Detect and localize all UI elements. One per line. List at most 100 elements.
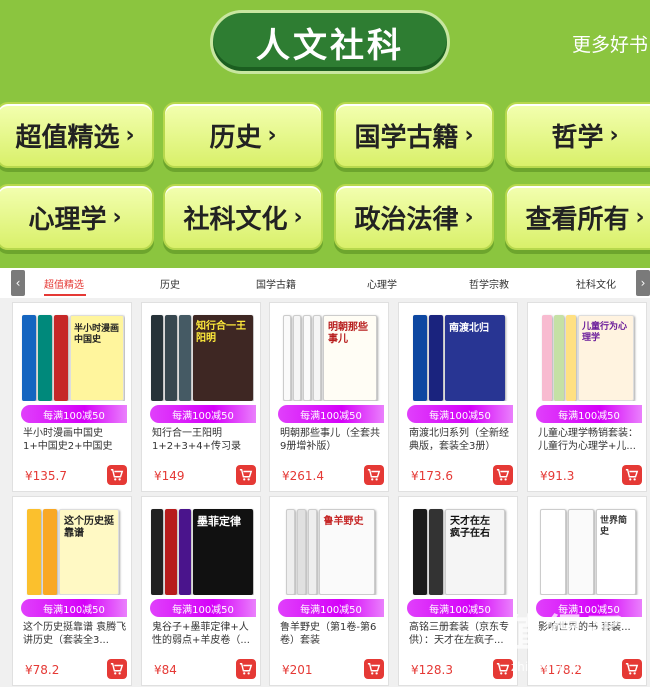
tab-philosophy-religion[interactable]: 哲学宗教 [469,276,509,291]
category-label: 查看所有 [525,204,630,235]
product-card[interactable]: 半小时漫画中国史 每满100减50 半小时漫画中国史1+中国史2+中国史3...… [12,302,132,492]
category-button-psychology[interactable]: 心理学 › [0,184,154,250]
product-name[interactable]: 鬼谷子+墨菲定律+人性的弱点+羊皮卷（... [152,621,256,647]
promo-badge: 每满100减50 [278,405,384,423]
category-label: 超值精选 [15,122,120,153]
cart-icon[interactable] [236,465,256,485]
promo-badge: 每满100减50 [536,405,642,423]
product-name[interactable]: 鲁羊野史（第1卷-第6卷）套装 [280,621,384,647]
book-cover-image: 天才在左 疯子在右 [407,503,511,595]
cart-icon[interactable] [236,659,256,679]
active-tab-indicator [44,294,86,296]
product-card[interactable]: 天才在左 疯子在右 每满100减50 高铭三册套装（京东专供）：天才在左疯子..… [398,496,518,686]
cart-icon[interactable] [622,659,642,679]
more-books-link[interactable]: 更多好书 [572,30,648,57]
product-name[interactable]: 知行合一王阳明1+2+3+4+传习录（套装共... [152,427,256,453]
product-card[interactable]: 明朝那些事儿 每满100减50 明朝那些事儿（全套共9册增补版） ¥261.4 [269,302,389,492]
product-name[interactable]: 半小时漫画中国史1+中国史2+中国史3... [23,427,127,453]
book-cover-image: 南渡北归 [407,309,511,401]
category-button-history[interactable]: 历史 › [163,102,323,168]
tab-bar: ‹ 超值精选 历史 国学古籍 心理学 哲学宗教 社科文化 › [0,268,650,298]
product-name[interactable]: 高铭三册套装（京东专供）：天才在左疯子... [409,621,513,647]
product-price: ¥149 [154,469,185,483]
product-price: ¥261.4 [282,469,324,483]
chevron-right-icon: › [635,204,645,230]
product-price: ¥173.6 [411,469,453,483]
product-name[interactable]: 南渡北归系列（全新经典版，套装全3册） [409,427,513,453]
product-price: ¥84 [154,663,177,677]
chevron-right-icon: › [464,204,474,230]
product-card[interactable]: 墨菲定律 每满100减50 鬼谷子+墨菲定律+人性的弱点+羊皮卷（... ¥84 [141,496,261,686]
cart-icon[interactable] [364,465,384,485]
product-card[interactable]: 儿童行为心理学 每满100减50 儿童心理学畅销套装：儿童行为心理学+儿... … [527,302,647,492]
category-label: 社科文化 [183,204,288,235]
tab-psychology[interactable]: 心理学 [367,276,397,291]
promo-badge: 每满100减50 [407,405,513,423]
product-price: ¥128.3 [411,663,453,677]
cart-icon[interactable] [107,465,127,485]
cover-title: 南渡北归 [449,323,489,334]
book-cover-image: 知行合一王阳明 [150,309,254,401]
chevron-right-icon: › [125,122,135,148]
product-price: ¥135.7 [25,469,67,483]
promo-badge: 每满100减50 [536,599,642,617]
cart-icon[interactable] [107,659,127,679]
category-label: 政治法律 [354,204,459,235]
book-cover-image: 这个历史挺靠谱 [21,503,125,595]
cover-title: 这个历史挺靠谱 [64,516,114,539]
cart-icon[interactable] [364,659,384,679]
product-name[interactable]: 影响世界的书 套装... [538,621,642,647]
product-price: ¥201 [282,663,313,677]
product-grid: 半小时漫画中国史 每满100减50 半小时漫画中国史1+中国史2+中国史3...… [0,298,650,687]
promo-badge: 每满100减50 [150,599,256,617]
tab-history[interactable]: 历史 [160,276,180,291]
promo-badge: 每满100减50 [407,599,513,617]
tab-classics[interactable]: 国学古籍 [256,276,296,291]
product-card[interactable]: 世界简史 每满100减50 影响世界的书 套装... ¥178.2 [527,496,647,686]
category-button-classics[interactable]: 国学古籍 › [334,102,494,168]
book-cover-image: 墨菲定律 [150,503,254,595]
tab-scroll-left-button[interactable]: ‹ [11,270,25,296]
cart-icon[interactable] [493,659,513,679]
product-price: ¥91.3 [540,469,575,483]
cover-title: 知行合一王阳明 [196,321,246,344]
product-card[interactable]: 南渡北归 每满100减50 南渡北归系列（全新经典版，套装全3册） ¥173.6 [398,302,518,492]
cart-icon[interactable] [622,465,642,485]
cover-title: 半小时漫画中国史 [74,324,120,345]
cover-title: 天才在左 疯子在右 [450,516,490,539]
category-label: 国学古籍 [354,122,459,153]
tab-value-picks[interactable]: 超值精选 [44,276,84,291]
cover-title: 墨菲定律 [197,515,241,528]
header: 人文社科 更多好书 [0,0,650,80]
product-name[interactable]: 这个历史挺靠谱 袁腾飞讲历史（套装全3... [23,621,127,647]
cover-title: 儿童行为心理学 [582,322,628,343]
chevron-right-icon: › [293,204,303,230]
category-label: 历史 [209,122,262,153]
product-card[interactable]: 知行合一王阳明 每满100减50 知行合一王阳明1+2+3+4+传习录（套装共.… [141,302,261,492]
promo-badge: 每满100减50 [21,599,127,617]
cart-icon[interactable] [493,465,513,485]
category-button-view-all[interactable]: 查看所有 › [505,184,650,250]
product-card[interactable]: 鲁羊野史 每满100减50 鲁羊野史（第1卷-第6卷）套装 ¥201 [269,496,389,686]
category-button-social-science[interactable]: 社科文化 › [163,184,323,250]
page-title: 人文社科 [210,10,450,74]
product-name[interactable]: 儿童心理学畅销套装：儿童行为心理学+儿... [538,427,642,453]
book-cover-image: 儿童行为心理学 [536,309,640,401]
tab-social-culture[interactable]: 社科文化 [576,276,616,291]
chevron-right-icon: › [112,204,122,230]
tab-scroll-right-button[interactable]: › [636,270,650,296]
category-button-philosophy[interactable]: 哲学 › [505,102,650,168]
category-button-politics-law[interactable]: 政治法律 › [334,184,494,250]
category-button-value-picks[interactable]: 超值精选 › [0,102,154,168]
chevron-right-icon: › [464,122,474,148]
product-price: ¥78.2 [25,663,60,677]
chevron-right-icon: › [609,122,619,148]
product-price: ¥178.2 [540,663,582,677]
product-card[interactable]: 这个历史挺靠谱 每满100减50 这个历史挺靠谱 袁腾飞讲历史（套装全3... … [12,496,132,686]
cover-title: 明朝那些事儿 [328,322,368,345]
promo-badge: 每满100减50 [21,405,127,423]
cover-title: 鲁羊野史 [323,516,364,527]
book-cover-image: 世界简史 [536,503,640,595]
book-cover-image: 明朝那些事儿 [278,309,382,401]
product-name[interactable]: 明朝那些事儿（全套共9册增补版） [280,427,384,453]
